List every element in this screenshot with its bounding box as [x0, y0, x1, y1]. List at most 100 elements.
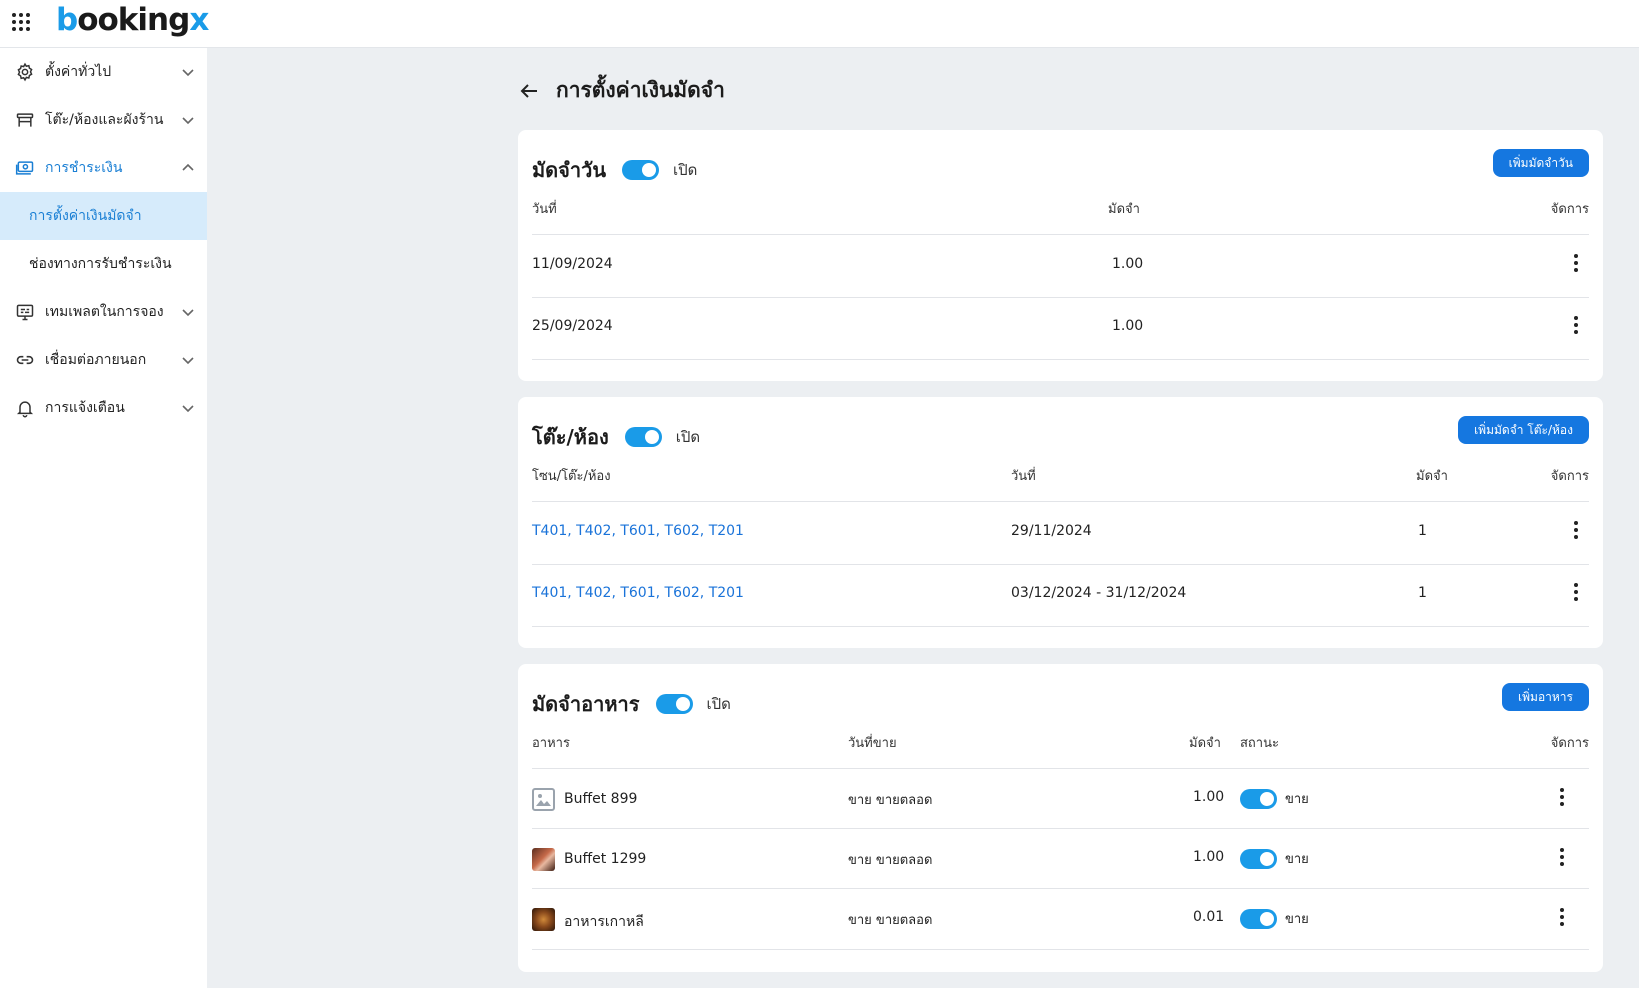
row-zone-link[interactable]: T401, T402, T601, T602, T201: [532, 585, 744, 601]
column-header-manage: จัดการ: [1550, 736, 1589, 751]
divider: [532, 359, 1589, 360]
table-room-deposit-header: โต๊ะ/ห้อง เปิด: [532, 421, 700, 453]
food-deposit-card: มัดจำอาหาร เปิด เพิ่มอาหาร อาหาร วันที่ข…: [518, 664, 1603, 972]
top-bar: bookingx: [0, 0, 1639, 48]
daily-deposit-card: มัดจำวัน เปิด เพิ่มมัดจำวัน วันที่ มัดจำ…: [518, 130, 1603, 381]
chevron-down-icon: [182, 117, 194, 125]
chevron-down-icon: [182, 405, 194, 413]
sidebar-item-payment[interactable]: การชำระเงิน: [0, 144, 207, 192]
apps-grid-icon[interactable]: [12, 13, 30, 31]
back-arrow-icon[interactable]: [518, 80, 540, 102]
daily-deposit-toggle-label: เปิด: [673, 161, 698, 179]
sidebar-item-label: ตั้งค่าทั่วไป: [45, 64, 112, 80]
divider: [532, 234, 1589, 235]
food-deposit-toggle[interactable]: [655, 694, 693, 714]
row-date: 11/09/2024: [532, 256, 613, 272]
column-header-deposit: มัดจำ: [1108, 202, 1140, 217]
chevron-up-icon: [182, 163, 194, 171]
add-daily-deposit-button[interactable]: เพิ่มมัดจำวัน: [1492, 149, 1589, 177]
divider: [532, 564, 1589, 565]
row-more-menu-icon[interactable]: [1573, 316, 1579, 334]
row-sale-date: ขาย ขายตลอด: [848, 793, 933, 808]
template-icon: [14, 301, 36, 323]
money-icon: [14, 157, 36, 179]
daily-deposit-title: มัดจำวัน: [532, 158, 607, 182]
row-deposit: 1.00: [1112, 256, 1144, 272]
column-header-food: อาหาร: [532, 736, 570, 751]
row-sale-date: ขาย ขายตลอด: [848, 853, 933, 868]
status-label: ขาย: [1285, 792, 1309, 807]
column-header-date: วันที่: [1011, 469, 1036, 484]
chevron-down-icon: [182, 357, 194, 365]
food-deposit-header: มัดจำอาหาร เปิด: [532, 688, 731, 720]
food-thumbnail: [532, 908, 555, 931]
row-more-menu-icon[interactable]: [1573, 254, 1579, 272]
chevron-down-icon: [182, 309, 194, 317]
column-header-manage: จัดการ: [1550, 202, 1589, 217]
daily-deposit-header: มัดจำวัน เปิด: [532, 154, 697, 186]
sidebar-item-tables-rooms[interactable]: โต๊ะ/ห้องและผังร้าน: [0, 96, 207, 144]
row-deposit: 1: [1418, 585, 1427, 601]
link-icon: [14, 349, 36, 371]
row-zone-link[interactable]: T401, T402, T601, T602, T201: [532, 523, 744, 539]
status-toggle[interactable]: [1240, 908, 1277, 929]
food-thumbnail: [532, 848, 555, 871]
table-room-deposit-toggle-label: เปิด: [675, 428, 701, 446]
gear-icon: [14, 61, 36, 83]
table-icon: [14, 109, 36, 131]
column-header-deposit: มัดจำ: [1189, 736, 1221, 751]
sidebar-item-integrations[interactable]: เชื่อมต่อภายนอก: [0, 336, 207, 384]
row-more-menu-icon[interactable]: [1573, 521, 1579, 539]
column-header-status: สถานะ: [1240, 736, 1279, 751]
divider: [532, 297, 1589, 298]
page-header: การตั้งค่าเงินมัดจำ: [518, 74, 725, 107]
divider: [532, 626, 1589, 627]
divider: [532, 949, 1589, 950]
sidebar-subitem-payment-channels[interactable]: ช่องทางการรับชำระเงิน: [0, 240, 207, 288]
divider: [532, 501, 1589, 502]
status-toggle[interactable]: [1240, 788, 1277, 809]
divider: [532, 768, 1589, 769]
chevron-down-icon: [182, 69, 194, 77]
sidebar-subitem-deposit-settings[interactable]: การตั้งค่าเงินมัดจำ: [0, 192, 207, 240]
row-deposit: 0.01: [1193, 909, 1225, 925]
row-date: 25/09/2024: [532, 318, 613, 334]
food-deposit-toggle-label: เปิด: [706, 695, 731, 713]
add-food-button[interactable]: เพิ่มอาหาร: [1502, 683, 1589, 711]
image-placeholder-icon: [532, 788, 555, 811]
row-more-menu-icon[interactable]: [1559, 788, 1565, 806]
sidebar: ตั้งค่าทั่วไป โต๊ะ/ห้องและผังร้าน การชำร…: [0, 48, 207, 988]
row-deposit: 1.00: [1193, 849, 1225, 865]
sidebar-item-label: การชำระเงิน: [45, 160, 123, 176]
table-room-deposit-title: โต๊ะ/ห้อง: [532, 425, 609, 449]
column-header-date: วันที่: [532, 202, 557, 217]
sidebar-item-general-settings[interactable]: ตั้งค่าทั่วไป: [0, 48, 207, 96]
food-deposit-title: มัดจำอาหาร: [532, 692, 640, 716]
table-room-deposit-toggle[interactable]: [624, 427, 662, 447]
sidebar-item-notifications[interactable]: การแจ้งเตือน: [0, 384, 207, 432]
status-cell: ขาย: [1240, 788, 1309, 809]
sidebar-item-label: เทมเพลตในการจอง: [45, 304, 164, 320]
food-name: Buffet 1299: [564, 851, 647, 867]
status-label: ขาย: [1285, 912, 1309, 927]
add-table-room-deposit-button[interactable]: เพิ่มมัดจำ โต๊ะ/ห้อง: [1458, 416, 1589, 444]
row-deposit: 1.00: [1112, 318, 1144, 334]
bell-icon: [14, 397, 36, 419]
status-cell: ขาย: [1240, 908, 1309, 929]
row-more-menu-icon[interactable]: [1559, 848, 1565, 866]
table-room-deposit-card: โต๊ะ/ห้อง เปิด เพิ่มมัดจำ โต๊ะ/ห้อง โซน/…: [518, 397, 1603, 648]
status-cell: ขาย: [1240, 848, 1309, 869]
row-sale-date: ขาย ขายตลอด: [848, 913, 933, 928]
row-more-menu-icon[interactable]: [1559, 908, 1565, 926]
divider: [532, 828, 1589, 829]
row-more-menu-icon[interactable]: [1573, 583, 1579, 601]
column-header-sale-date: วันที่ขาย: [848, 736, 897, 751]
page-title: การตั้งค่าเงินมัดจำ: [556, 78, 725, 102]
row-deposit: 1.00: [1193, 789, 1225, 805]
food-name: Buffet 899: [564, 791, 638, 807]
sidebar-item-booking-templates[interactable]: เทมเพลตในการจอง: [0, 288, 207, 336]
daily-deposit-toggle[interactable]: [622, 160, 660, 180]
status-toggle[interactable]: [1240, 848, 1277, 869]
bookingx-logo[interactable]: bookingx: [56, 2, 209, 38]
row-date: 03/12/2024 - 31/12/2024: [1011, 585, 1187, 601]
